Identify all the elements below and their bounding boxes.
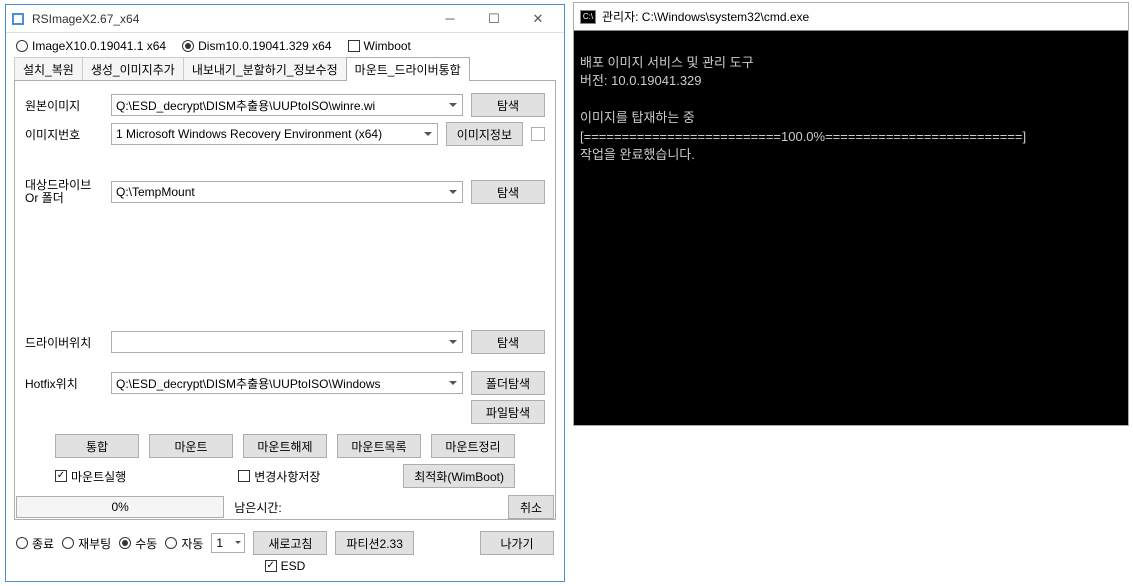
source-browse-button[interactable]: 탐색: [471, 93, 545, 117]
close-button[interactable]: ✕: [516, 6, 560, 32]
driver-combo[interactable]: [111, 331, 463, 353]
cancel-button[interactable]: 취소: [508, 495, 554, 519]
target-browse-button[interactable]: 탐색: [471, 180, 545, 204]
mount-button[interactable]: 마운트: [149, 434, 233, 458]
app-icon: [10, 11, 26, 27]
image-info-button[interactable]: 이미지정보: [446, 122, 523, 146]
target-label: 대상드라이브 Or 폴더: [25, 179, 103, 205]
app-window: RSImageX2.67_x64 ─ ☐ ✕ ImageX10.0.19041.…: [5, 4, 565, 582]
tab-create[interactable]: 생성_이미지추가: [82, 57, 184, 81]
wimboot-label: Wimboot: [364, 39, 411, 53]
source-label: 원본이미지: [25, 97, 103, 114]
auto-radio-group[interactable]: 자동: [165, 535, 203, 552]
tab-mount[interactable]: 마운트_드라이버통합: [346, 57, 470, 81]
shutdown-radio-group[interactable]: 종료: [16, 535, 54, 552]
shutdown-radio[interactable]: [16, 537, 28, 549]
num-combo[interactable]: 1: [211, 533, 245, 553]
index-combo[interactable]: 1 Microsoft Windows Recovery Environment…: [111, 123, 438, 145]
refresh-button[interactable]: 새로고침: [253, 531, 327, 555]
target-combo[interactable]: Q:\TempMount: [111, 181, 463, 203]
console-title: 관리자: C:\Windows\system32\cmd.exe: [602, 8, 809, 25]
mount-exec-checkbox[interactable]: [55, 470, 67, 482]
index-label: 이미지번호: [25, 126, 103, 143]
reboot-radio-group[interactable]: 재부팅: [62, 535, 111, 552]
console-line-5: [==========================100.0%=======…: [580, 129, 1026, 144]
exit-button[interactable]: 나가기: [480, 531, 554, 555]
esd-label: ESD: [281, 559, 306, 573]
save-changes-check[interactable]: 변경사항저장: [238, 468, 320, 485]
maximize-button[interactable]: ☐: [472, 6, 516, 32]
tab-install[interactable]: 설치_복원: [14, 57, 83, 81]
tabs: 설치_복원 생성_이미지추가 내보내기_분할하기_정보수정 마운트_드라이버통합: [6, 57, 564, 81]
esd-check[interactable]: ESD: [265, 559, 306, 573]
file-browse-button[interactable]: 파일탐색: [471, 400, 545, 424]
image-info-checkbox[interactable]: [531, 127, 545, 141]
progress-bar: 0%: [16, 496, 224, 518]
save-changes-label: 변경사항저장: [254, 468, 320, 485]
app-title: RSImageX2.67_x64: [32, 12, 428, 26]
titlebar: RSImageX2.67_x64 ─ ☐ ✕: [6, 5, 564, 33]
auto-label: 자동: [181, 535, 203, 552]
console-line-2: 버전: 10.0.19041.329: [580, 73, 702, 88]
mount-panel: 원본이미지 Q:\ESD_decrypt\DISM추출용\UUPtoISO\wi…: [14, 80, 556, 520]
source-combo[interactable]: Q:\ESD_decrypt\DISM추출용\UUPtoISO\winre.wi: [111, 94, 463, 116]
imagex-radio-group[interactable]: ImageX10.0.19041.1 x64: [16, 39, 166, 53]
mount-exec-check[interactable]: 마운트실행: [55, 468, 126, 485]
console-line-4: 이미지를 탑재하는 중: [580, 110, 695, 125]
wimboot-checkbox[interactable]: [348, 40, 360, 52]
manual-label: 수동: [135, 535, 157, 552]
dism-radio[interactable]: [182, 40, 194, 52]
reboot-radio[interactable]: [62, 537, 74, 549]
integrate-button[interactable]: 통합: [55, 434, 139, 458]
cmd-icon: C:\: [580, 10, 596, 24]
reboot-label: 재부팅: [78, 535, 111, 552]
mount-list-button[interactable]: 마운트목록: [337, 434, 421, 458]
hotfix-combo[interactable]: Q:\ESD_decrypt\DISM추출용\UUPtoISO\Windows: [111, 372, 463, 394]
mount-exec-label: 마운트실행: [71, 468, 126, 485]
toolbar: ImageX10.0.19041.1 x64 Dism10.0.19041.32…: [6, 33, 564, 57]
remaining-label: 남은시간:: [234, 499, 282, 516]
console-body[interactable]: 배포 이미지 서비스 및 관리 도구 버전: 10.0.19041.329 이미…: [574, 31, 1128, 425]
console-titlebar: C:\ 관리자: C:\Windows\system32\cmd.exe: [574, 3, 1128, 31]
console-window: C:\ 관리자: C:\Windows\system32\cmd.exe 배포 …: [573, 2, 1129, 426]
driver-label: 드라이버위치: [25, 334, 103, 351]
driver-browse-button[interactable]: 탐색: [471, 330, 545, 354]
shutdown-label: 종료: [32, 535, 54, 552]
imagex-radio[interactable]: [16, 40, 28, 52]
mount-cleanup-button[interactable]: 마운트정리: [431, 434, 515, 458]
optimize-button[interactable]: 최적화(WimBoot): [403, 464, 515, 488]
dism-radio-group[interactable]: Dism10.0.19041.329 x64: [182, 39, 331, 53]
auto-radio[interactable]: [165, 537, 177, 549]
window-controls: ─ ☐ ✕: [428, 6, 560, 32]
save-changes-checkbox[interactable]: [238, 470, 250, 482]
wimboot-check-group[interactable]: Wimboot: [348, 39, 411, 53]
console-line-1: 배포 이미지 서비스 및 관리 도구: [580, 55, 754, 70]
tab-export[interactable]: 내보내기_분할하기_정보수정: [183, 57, 347, 81]
dism-label: Dism10.0.19041.329 x64: [198, 39, 331, 53]
manual-radio[interactable]: [119, 537, 131, 549]
partition-button[interactable]: 파티션2.33: [335, 531, 413, 555]
folder-browse-button[interactable]: 폴더탐색: [471, 371, 545, 395]
hotfix-label: Hotfix위치: [25, 375, 103, 392]
manual-radio-group[interactable]: 수동: [119, 535, 157, 552]
imagex-label: ImageX10.0.19041.1 x64: [32, 39, 166, 53]
esd-checkbox[interactable]: [265, 560, 277, 572]
console-line-6: 작업을 완료했습니다.: [580, 147, 695, 162]
minimize-button[interactable]: ─: [428, 6, 472, 32]
unmount-button[interactable]: 마운트해제: [243, 434, 327, 458]
footer: 0% 남은시간: 취소 종료 재부팅 수동 자동 1 새로고침: [6, 489, 564, 581]
